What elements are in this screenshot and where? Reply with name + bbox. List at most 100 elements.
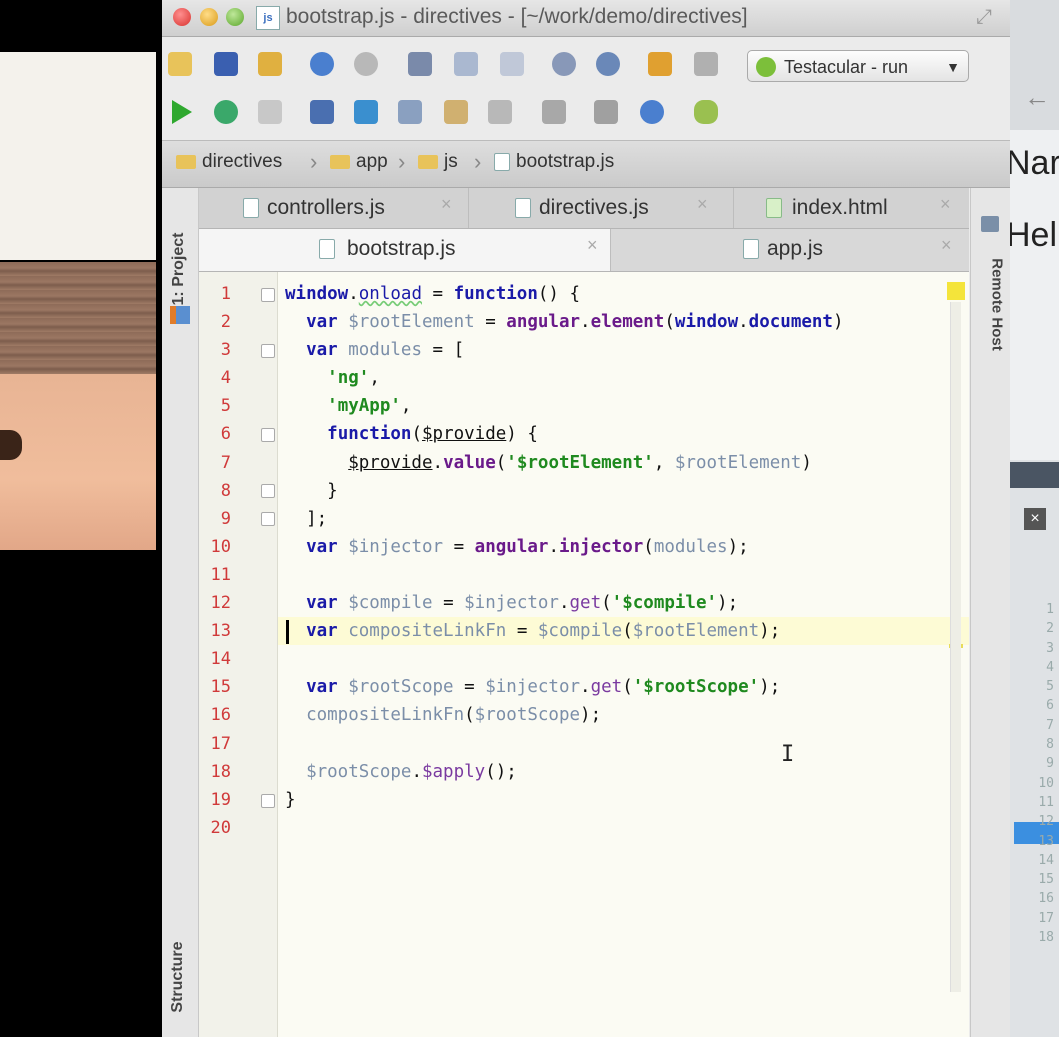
sync-icon[interactable]	[258, 52, 282, 76]
close-tab-icon[interactable]: ×	[941, 235, 952, 256]
code-line: }	[285, 789, 296, 810]
back-arrow-icon[interactable]: ←	[1024, 82, 1050, 113]
line-number: 9	[220, 508, 231, 529]
close-tab-icon[interactable]: ×	[940, 194, 951, 215]
help-icon[interactable]	[640, 100, 664, 124]
editor-gutter: 1 2 3 4 5 6 7 8 9 10 11 12 13 14 15 16 17 18 19 20	[199, 272, 278, 1037]
code-line: var $compile = $injector.get('$compile')…	[306, 593, 739, 614]
breadcrumb-item-bootstrap[interactable]: bootstrap.js	[494, 151, 614, 173]
fold-icon[interactable]	[261, 344, 275, 358]
code-line: 'ng',	[327, 368, 380, 389]
window-titlebar: js bootstrap.js - directives - [~/work/d…	[162, 0, 1010, 37]
text-cursor-icon: I	[781, 742, 795, 767]
close-window-button[interactable]	[173, 8, 191, 26]
navigate-icon[interactable]	[648, 52, 672, 76]
code-content[interactable]: window.onload = function() { var $rootEl…	[285, 280, 969, 842]
line-number: 11	[210, 564, 231, 585]
tab-index-html[interactable]: index.html ×	[734, 188, 969, 228]
copy-icon[interactable]	[454, 52, 478, 76]
run-configuration-dropdown[interactable]: Testacular - run ▼	[747, 50, 969, 82]
fold-icon[interactable]	[261, 512, 275, 526]
line-number: 20	[210, 817, 231, 838]
folder-icon	[330, 154, 350, 169]
fold-icon[interactable]	[261, 288, 275, 302]
line-number: 5	[220, 396, 231, 417]
close-tab-icon[interactable]: ×	[587, 235, 598, 256]
tasks-icon[interactable]	[594, 100, 618, 124]
tab-app-js[interactable]: app.js ×	[611, 229, 969, 271]
code-line: $provide.value('$rootElement', $rootElem…	[348, 452, 812, 473]
paste-icon[interactable]	[500, 52, 524, 76]
redo-icon[interactable]	[354, 52, 378, 76]
browser-text-b: Hel	[1006, 216, 1058, 254]
devtools-line-number: 14	[1038, 852, 1054, 868]
js-file-icon	[515, 198, 531, 218]
close-tab-icon[interactable]: ×	[697, 194, 708, 215]
build-icon[interactable]	[310, 100, 334, 124]
devtools-line-number: 6	[1046, 698, 1054, 714]
devtools-line-number: 3	[1046, 640, 1054, 656]
save-icon[interactable]	[214, 52, 238, 76]
js-file-icon	[319, 239, 335, 259]
background-browser-window: ← Nar Hel × 1 2 3 4 5 6 7 8 9 10 11 12 13 14 15 16 17 18	[1006, 0, 1059, 1037]
code-line: compositeLinkFn($rootScope);	[306, 705, 602, 726]
editor-tabs-row-1: controllers.js × directives.js × index.h…	[199, 188, 969, 229]
remote-host-icon[interactable]	[981, 216, 999, 232]
breadcrumb-item-js[interactable]: js	[418, 151, 458, 173]
devtools-line-number: 8	[1046, 737, 1054, 753]
zoom-window-button[interactable]	[226, 8, 244, 26]
js-file-icon	[243, 198, 259, 218]
chevron-down-icon: ▼	[946, 59, 960, 75]
breadcrumb: directives › app › js › bootstrap.js	[162, 140, 1010, 188]
open-folder-icon[interactable]	[168, 52, 192, 76]
right-tool-strip: Remote Host	[970, 188, 1010, 1037]
project-icon[interactable]	[170, 306, 190, 324]
diagram-icon[interactable]	[444, 100, 468, 124]
terminal-icon[interactable]	[488, 100, 512, 124]
devtools-line-number: 18	[1038, 930, 1054, 946]
remote-host-tool-tab[interactable]: Remote Host	[977, 238, 1006, 378]
minimize-window-button[interactable]	[200, 8, 218, 26]
fold-icon[interactable]	[261, 484, 275, 498]
settings-icon[interactable]	[694, 52, 718, 76]
structure-tool-tab[interactable]: Structure	[168, 928, 190, 1028]
fold-icon[interactable]	[261, 794, 275, 808]
devtools-line-number: 7	[1046, 717, 1054, 733]
close-icon[interactable]: ×	[1024, 508, 1046, 530]
background-photo	[0, 0, 162, 1037]
undo-icon[interactable]	[310, 52, 334, 76]
structure-icon[interactable]	[398, 100, 422, 124]
tab-controllers-js[interactable]: controllers.js ×	[199, 188, 469, 228]
line-number: 15	[210, 677, 231, 698]
breadcrumb-item-app[interactable]: app	[330, 151, 388, 173]
tab-bootstrap-js[interactable]: bootstrap.js ×	[199, 229, 611, 271]
debug-icon[interactable]	[214, 100, 238, 124]
find-icon[interactable]	[552, 52, 576, 76]
deploy-icon[interactable]	[354, 100, 378, 124]
code-line: function($provide) {	[327, 424, 538, 445]
coverage-icon[interactable]	[258, 100, 282, 124]
code-editor[interactable]: 1 2 3 4 5 6 7 8 9 10 11 12 13 14 15 16 17 18 19 20 window.o…	[199, 272, 969, 1037]
code-line: var compositeLinkFn = $compile($rootElem…	[306, 621, 781, 642]
database-icon[interactable]	[694, 100, 718, 124]
code-line: window.onload = function() {	[285, 284, 581, 304]
run-icon[interactable]	[172, 100, 192, 124]
tools-icon[interactable]	[542, 100, 566, 124]
cut-icon[interactable]	[408, 52, 432, 76]
analysis-status-indicator[interactable]	[947, 282, 965, 300]
code-line: ];	[285, 508, 328, 529]
run-config-icon	[756, 57, 776, 77]
run-toolbar	[162, 90, 1010, 136]
vertical-scrollbar[interactable]	[950, 302, 961, 992]
breadcrumb-item-directives[interactable]: directives	[176, 151, 282, 173]
fold-icon[interactable]	[261, 428, 275, 442]
tab-directives-js[interactable]: directives.js ×	[469, 188, 734, 228]
line-number: 17	[210, 733, 231, 754]
fullscreen-icon[interactable]: ⤢	[976, 6, 992, 29]
replace-icon[interactable]	[596, 52, 620, 76]
close-tab-icon[interactable]: ×	[441, 194, 452, 215]
line-number: 16	[210, 705, 231, 726]
